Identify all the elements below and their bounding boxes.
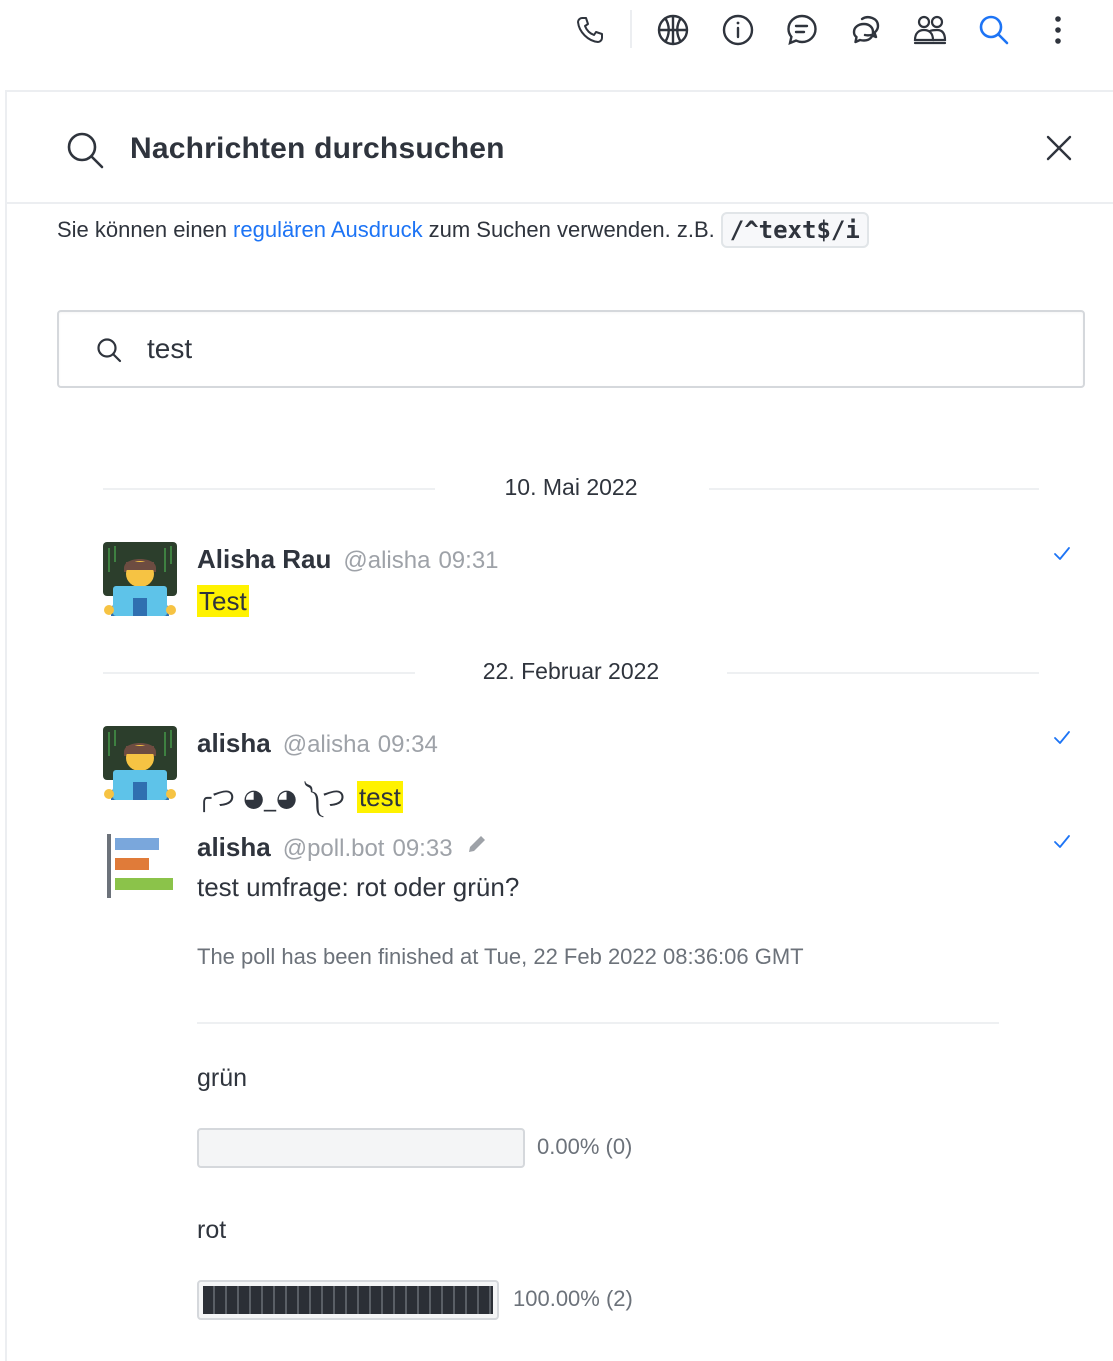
message-item[interactable]: Alisha Rau @alisha 09:31 Test <box>103 542 1073 622</box>
avatar[interactable] <box>103 726 177 800</box>
search-icon[interactable] <box>974 10 1014 50</box>
user-name[interactable]: alisha <box>197 832 271 863</box>
message-time: 09:31 <box>438 547 499 574</box>
poll-option-fill <box>203 1286 493 1314</box>
kebab-menu-icon[interactable] <box>1038 10 1078 50</box>
date-label: 22. Februar 2022 <box>482 658 660 684</box>
emoticon-text: ╭つ ◕_◕ ༽つ <box>197 784 346 812</box>
search-icon <box>95 336 123 364</box>
panel-header: Nachrichten durchsuchen <box>7 92 1113 204</box>
poll-finished-text: The poll has been finished at Tue, 22 Fe… <box>197 944 804 969</box>
message-time: 09:34 <box>377 731 438 758</box>
search-input[interactable] <box>147 326 1047 372</box>
regex-example: /^text$/i <box>720 212 869 248</box>
avatar[interactable] <box>103 542 177 616</box>
poll-option-label: rot <box>197 1216 227 1244</box>
read-check-icon <box>1054 547 1070 560</box>
message-text: test umfrage: rot oder grün? <box>197 872 520 902</box>
message-header: alisha @poll.bot 09:33 <box>197 832 489 863</box>
toolbar-separator <box>630 10 632 48</box>
close-icon <box>1046 135 1072 161</box>
date-divider: 10. Mai 2022 <box>103 474 1039 504</box>
info-icon[interactable] <box>718 10 758 50</box>
poll-option-result: 100.00% (2) <box>513 1286 633 1311</box>
message-header: Alisha Rau @alisha 09:31 <box>197 544 499 575</box>
date-label: 10. Mai 2022 <box>504 474 638 500</box>
message-header: alisha @alisha 09:34 <box>197 728 438 759</box>
poll-option-bar <box>197 1280 499 1320</box>
panel-title: Nachrichten durchsuchen <box>130 132 505 165</box>
search-highlight: test <box>356 781 403 813</box>
read-check-icon <box>1054 835 1070 848</box>
regex-hint: Sie können einen regulären Ausdruck zum … <box>57 212 869 248</box>
message-item[interactable]: alisha @poll.bot 09:33 test umfrage: rot… <box>103 830 1073 1330</box>
poll-option-result: 0.00% (0) <box>537 1134 633 1159</box>
read-check-icon <box>1054 731 1070 744</box>
user-name[interactable]: alisha <box>197 728 271 759</box>
threads-icon[interactable] <box>846 10 886 50</box>
close-button[interactable] <box>1041 130 1077 166</box>
poll-option-bar <box>197 1128 525 1168</box>
search-icon <box>65 130 105 170</box>
discussion-icon[interactable] <box>782 10 822 50</box>
search-messages-panel: Nachrichten durchsuchen Sie können einen… <box>5 90 1113 1361</box>
poll-option-label: grün <box>197 1064 248 1092</box>
message-time: 09:33 <box>392 835 453 862</box>
username: @alisha <box>343 547 431 574</box>
room-toolbar <box>0 0 1113 62</box>
message-text: ╭つ ◕_◕ ༽つ test <box>197 772 403 839</box>
hint-text-before: Sie können einen <box>57 217 228 242</box>
date-divider: 22. Februar 2022 <box>103 658 1039 688</box>
hint-text-after: zum Suchen verwenden. z.B. <box>428 217 715 242</box>
poll-separator <box>197 1022 999 1024</box>
search-highlight: Test <box>197 585 249 617</box>
regex-link[interactable]: regulären Ausdruck <box>233 217 423 243</box>
username: @alisha <box>282 731 370 758</box>
avatar[interactable] <box>107 834 177 898</box>
members-icon[interactable] <box>910 10 950 50</box>
message-text: Test <box>197 585 249 617</box>
phone-icon[interactable] <box>570 10 610 50</box>
edited-pencil-icon <box>468 836 485 852</box>
search-field[interactable] <box>57 310 1085 388</box>
message-item[interactable]: alisha @alisha 09:34 ╭つ ◕_◕ ༽つ test <box>103 726 1073 813</box>
username: @poll.bot <box>282 835 385 862</box>
user-name[interactable]: Alisha Rau <box>197 544 331 575</box>
basketball-icon[interactable] <box>653 10 693 50</box>
